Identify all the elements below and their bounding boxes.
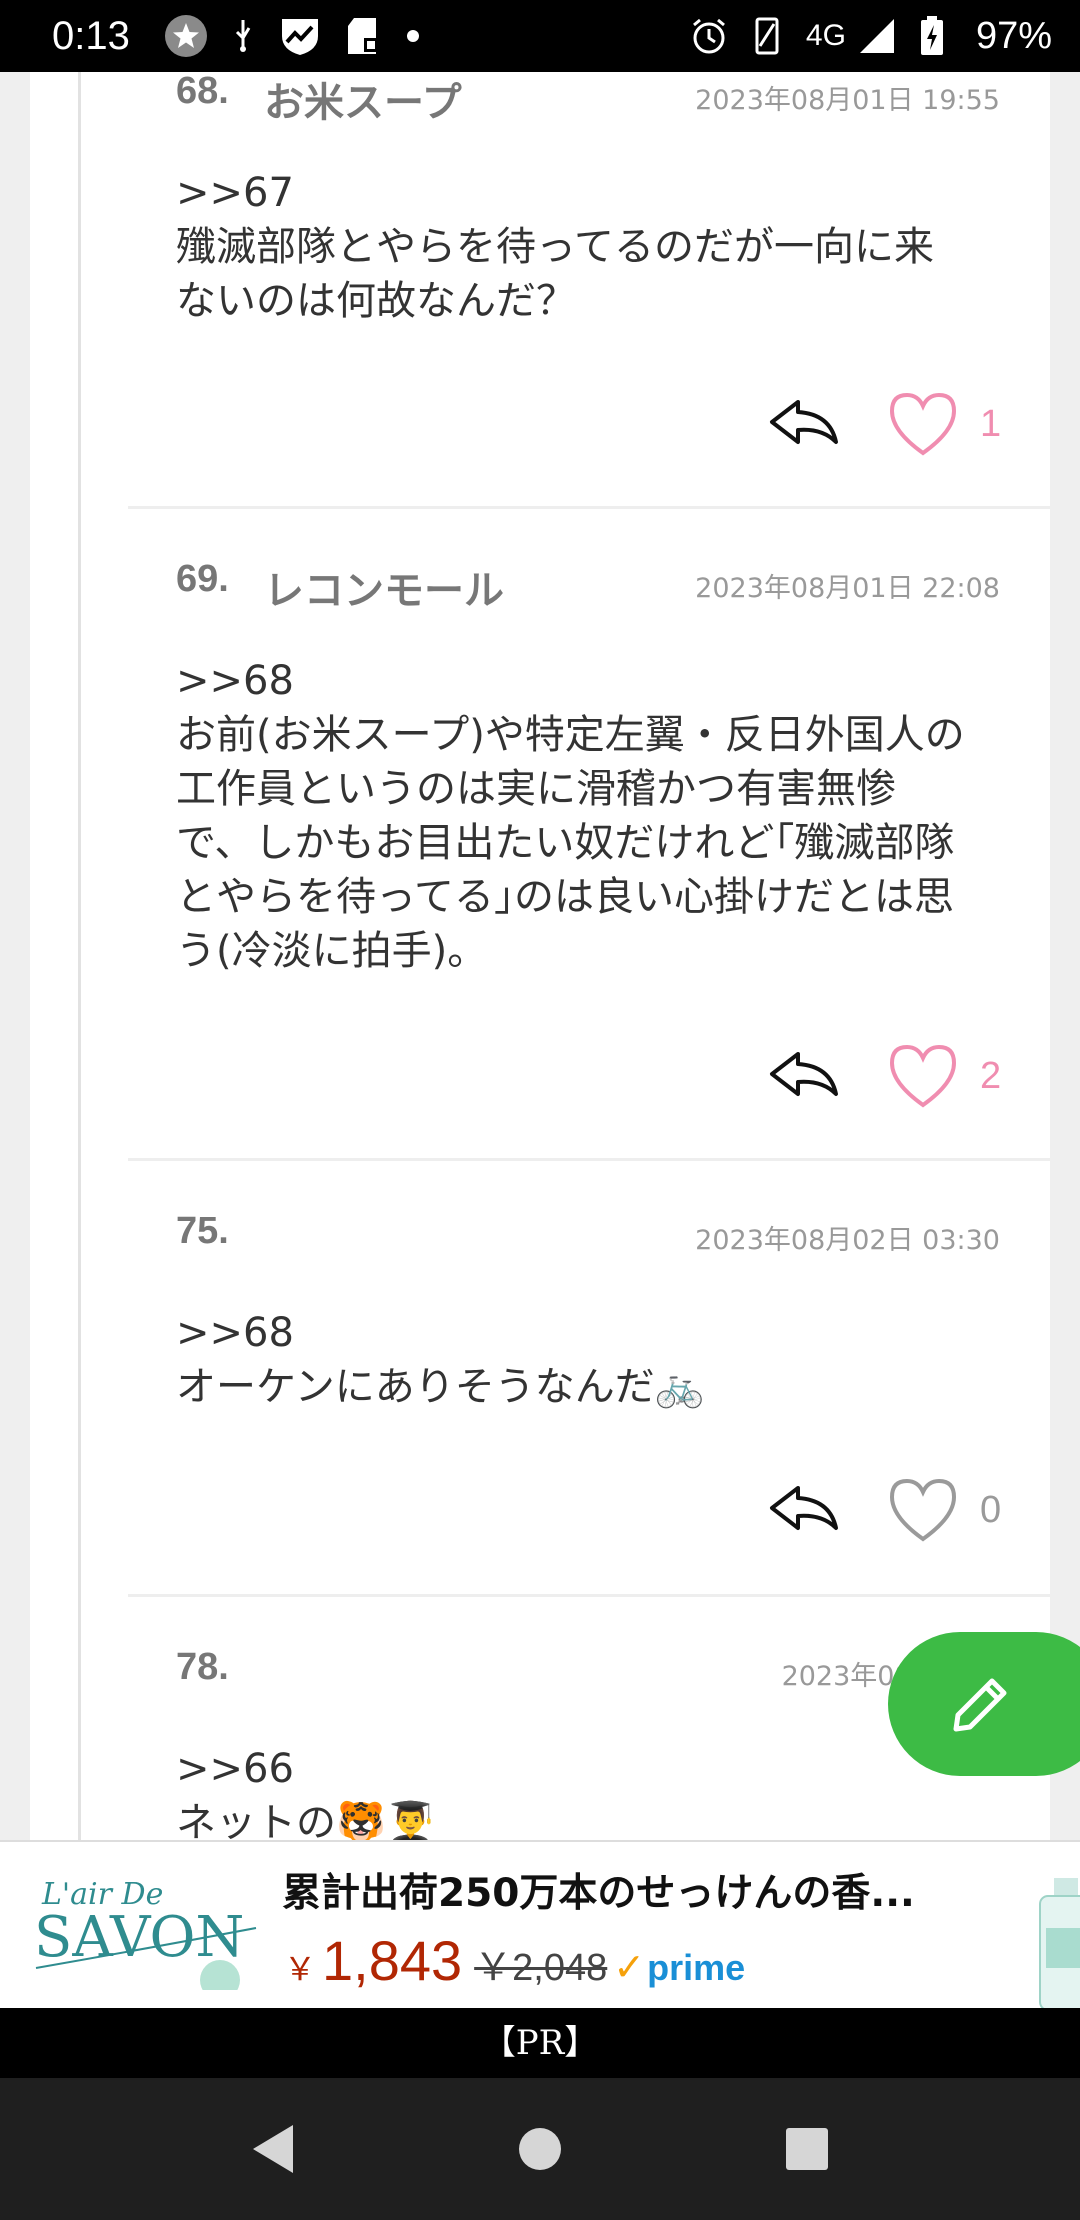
ad-title: 累計出荷250万本のせっけんの香... [282,1871,915,1916]
comment-actions: 1 [764,384,1002,464]
shield-chart-icon [278,16,322,56]
like-button[interactable]: 0 [888,1477,1002,1543]
like-button[interactable]: 2 [888,1043,1002,1109]
comment-header: 69. レコンモール 2023年08月01日 22:08 [176,558,1000,618]
recents-button[interactable] [767,2109,847,2189]
comment-68: 68. お米スープ 2023年08月01日 19:55 >>67 殲滅部隊とやら… [128,72,1050,510]
network-type: 4G [805,19,846,52]
battery-percent: 97% [975,14,1052,57]
comment-date: 2023年08月01日 19:55 [695,85,1000,116]
like-count: 1 [980,402,1002,445]
ad-prime-label: prime [647,1947,746,1988]
ad-banner[interactable]: L'air De SAVON 累計出荷250万本のせっけんの香... ￥ 1,8… [0,1840,1080,2008]
ad-price: 1,843 [322,1929,463,1992]
heart-icon [889,1478,957,1542]
comment-date: 2023年08月02日 03:30 [695,1225,1000,1256]
reply-button[interactable] [764,392,844,456]
svg-text:SAVON: SAVON [34,1905,244,1970]
like-button[interactable]: 1 [888,391,1002,457]
alarm-icon [690,17,728,55]
comment-header: 78. 2023年08月02日 [176,1646,1000,1706]
comment-number: 69. [176,558,229,600]
comment-header: 68. お米スープ 2023年08月01日 19:55 [176,72,1000,130]
heart-icon [889,1044,957,1108]
comment-author[interactable]: お米スープ [264,72,462,128]
comment-header: 75. 2023年08月02日 03:30 [176,1210,1000,1270]
reply-icon [770,1052,838,1096]
reply-icon [770,400,838,444]
comment-69: 69. レコンモール 2023年08月01日 22:08 >>68 お前(お米ス… [128,558,1050,1158]
comment-thread: 68. お米スープ 2023年08月01日 19:55 >>67 殲滅部隊とやら… [30,72,1050,1840]
comment-body: >>66 ネットの🐯👨‍🎓 [176,1746,436,1840]
comment-divider [128,1158,1050,1161]
signal-icon [858,17,896,55]
recents-square-icon [785,2128,828,2170]
comment-number: 75. [176,1210,229,1252]
comment-author[interactable]: レコンモール [264,558,504,616]
compose-button[interactable] [888,1632,1080,1776]
like-count: 2 [980,1054,1002,1097]
back-triangle-icon [253,2125,294,2173]
vibrate-icon [752,16,782,56]
ad-price-row: ￥ 1,843 ￥2,048 ✓ prime [284,1928,745,1993]
reply-button[interactable] [764,1478,844,1542]
comment-body: >>67 殲滅部隊とやらを待ってるのだが一向に来 ないのは何故なんだ？ [176,170,934,324]
prime-check-icon: ✓ [613,1945,646,1989]
ad-brand-logo: L'air De SAVON [30,1862,270,2000]
comment-number: 78. [176,1646,229,1688]
like-count: 0 [980,1488,1002,1531]
pr-label: 【PR】 [0,2008,1080,2078]
comment-75: 75. 2023年08月02日 03:30 >>68 オーケンにありそうなんだ🚲… [128,1210,1050,1630]
comment-actions: 0 [764,1470,1002,1550]
reply-button[interactable] [764,1044,844,1108]
home-button[interactable] [500,2109,580,2189]
sd-card-icon [346,16,382,56]
home-circle-icon [518,2128,561,2170]
product-image [1036,1878,1080,2008]
usb-icon [232,18,254,54]
back-button[interactable] [233,2109,313,2189]
reply-icon [770,1486,838,1530]
battery-charging-icon [920,16,944,56]
dot-icon [406,29,420,43]
heart-icon [889,392,957,456]
comment-body: >>68 オーケンにありそうなんだ🚲 [176,1310,705,1410]
comment-actions: 2 [764,1036,1002,1116]
navigation-bar [0,2078,1080,2220]
thread-line [78,72,81,1840]
status-time: 0:13 [52,13,130,58]
comment-number: 68. [176,72,229,112]
screen: 0:13 4G 97% 68. お米スープ 2023年08月01日 19:55 … [0,0,1080,2220]
comment-divider [128,506,1050,509]
status-bar: 0:13 4G 97% [0,0,1080,72]
comment-date: 2023年08月01日 22:08 [695,573,1000,604]
ad-currency: ￥ [284,1950,317,1988]
pencil-icon [953,1678,1007,1732]
comment-divider [128,1594,1050,1597]
comment-body: >>68 お前(お米スープ)や特定左翼・反日外国人の 工作員というのは実に滑稽か… [176,658,965,974]
star-notification-icon [164,14,208,58]
ad-old-price: ￥2,048 [474,1947,608,1989]
